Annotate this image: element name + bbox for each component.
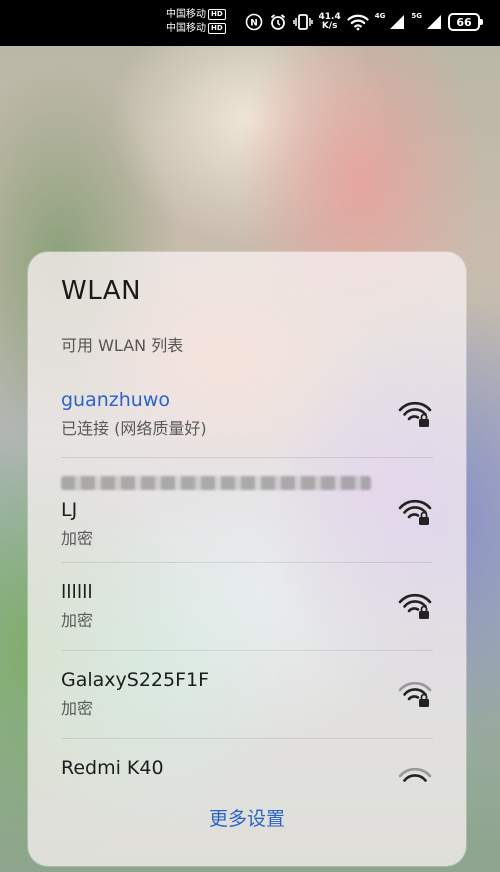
sim1-network-type: 4G <box>374 12 386 20</box>
network-item-llllll[interactable]: llllll 加密 <box>61 580 433 634</box>
speed-unit: K/s <box>321 21 338 31</box>
network-name: LJ <box>61 499 78 521</box>
divider <box>61 650 433 651</box>
network-status: 已连接 (网络质量好) <box>61 419 207 438</box>
network-speed: 41.4 K/s <box>319 13 341 31</box>
wifi-icon <box>347 13 369 31</box>
network-status: 加密 <box>61 529 94 548</box>
status-bar: 中国移动 HD 中国移动 HD N 41.4 K/s 4G 5G 66 <box>0 0 500 46</box>
divider <box>61 562 433 563</box>
hd-badge: HD <box>208 23 226 34</box>
wifi-signal-icon <box>398 767 432 782</box>
panel-subtitle: 可用 WLAN 列表 <box>61 336 184 355</box>
nfc-icon: N <box>245 13 263 31</box>
carrier-name-1: 中国移动 <box>166 9 206 20</box>
blurred-redacted-text <box>61 476 371 490</box>
panel-title: WLAN <box>61 276 142 306</box>
network-item-guanzhuwo[interactable]: guanzhuwo 已连接 (网络质量好) <box>61 388 433 442</box>
wifi-lock-icon <box>398 681 432 707</box>
carrier-name-2: 中国移动 <box>166 23 206 34</box>
carrier-info: 中国移动 HD 中国移动 HD <box>166 8 226 36</box>
network-item-redmi-k40[interactable]: Redmi K40 <box>61 756 433 786</box>
network-item-galaxys225f1f[interactable]: GalaxyS225F1F 加密 <box>61 668 433 722</box>
alarm-icon <box>269 13 287 31</box>
hd-badge: HD <box>208 9 226 20</box>
more-settings-link[interactable]: 更多设置 <box>28 804 466 831</box>
vibrate-icon <box>292 13 313 31</box>
divider <box>61 457 433 458</box>
status-icons: N 41.4 K/s 4G 5G 66 <box>245 11 483 33</box>
divider <box>61 738 433 739</box>
wlan-panel: WLAN 可用 WLAN 列表 guanzhuwo 已连接 (网络质量好) LJ… <box>28 252 466 866</box>
wifi-lock-icon <box>398 593 432 619</box>
wifi-lock-icon <box>398 499 432 525</box>
svg-text:N: N <box>250 19 258 29</box>
sim2-network-type: 5G <box>411 12 422 20</box>
wifi-lock-icon <box>398 401 432 427</box>
battery-level: 66 <box>456 15 472 29</box>
network-name: guanzhuwo <box>61 389 171 411</box>
battery-icon: 66 <box>448 13 483 31</box>
network-name: Redmi K40 <box>61 757 164 779</box>
signal-icon <box>389 14 405 30</box>
network-name: llllll <box>61 581 93 603</box>
network-name: GalaxyS225F1F <box>61 669 210 691</box>
network-status: 加密 <box>61 611 94 630</box>
network-status: 加密 <box>61 699 94 718</box>
signal-icon <box>426 14 442 30</box>
network-item-lj[interactable]: LJ 加密 <box>61 498 433 552</box>
